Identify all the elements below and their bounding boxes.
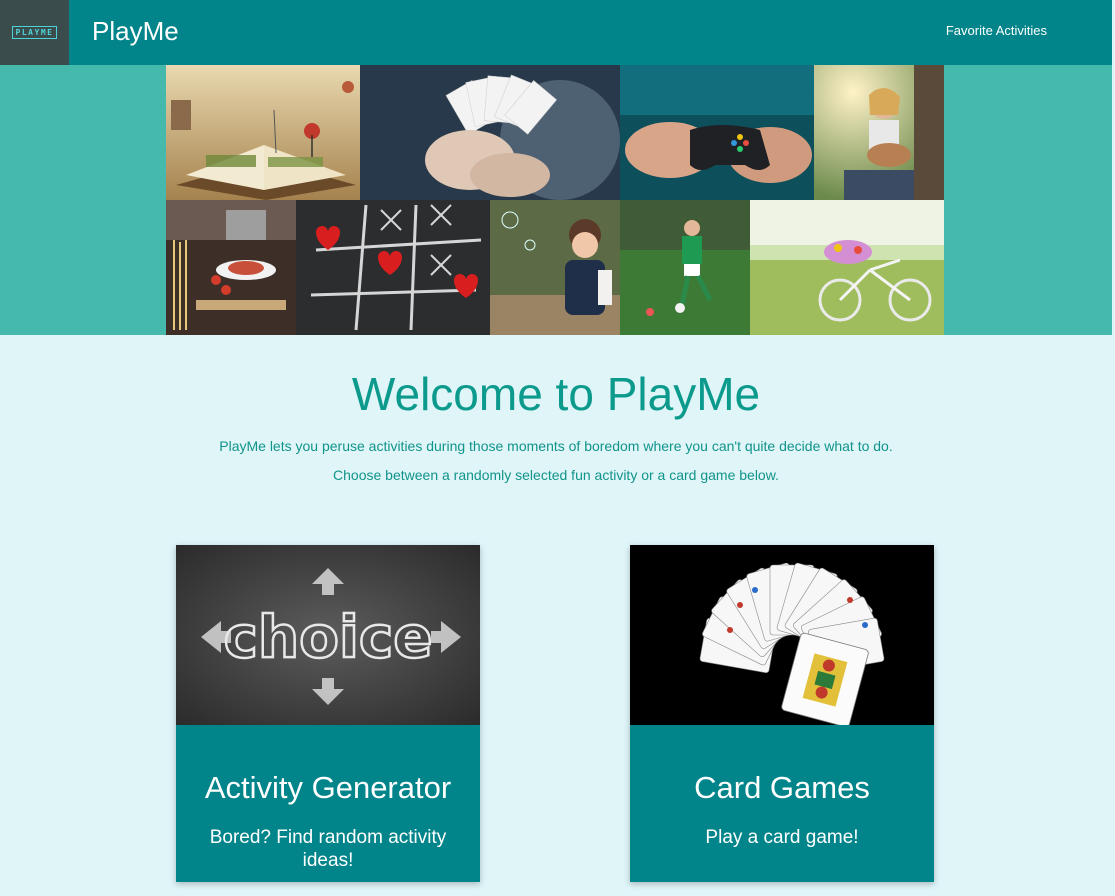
card-games-description: Play a card game! — [705, 827, 859, 848]
activity-generator-title: Activity Generator — [204, 770, 452, 805]
bicycle-meadow-photo — [750, 200, 944, 335]
page-title: Welcome to PlayMe — [351, 368, 761, 420]
logo-text: PLAYME — [11, 26, 58, 39]
card-games-title: Card Games — [694, 770, 870, 805]
activity-generator-description: Bored? Find random activity ideas! — [209, 827, 447, 871]
tic-tac-toe-hearts-photo — [296, 200, 490, 335]
intro-line-1: PlayMe lets you peruse activities during… — [219, 438, 893, 454]
favorite-activities-link[interactable]: Favorite Activities — [946, 22, 1047, 40]
navbar: PLAYME PlayMe Favorite Activities — [0, 0, 1112, 65]
svg-text:choice: choice — [223, 603, 432, 671]
intro-line-2: Choose between a randomly selected fun a… — [333, 467, 779, 483]
playing-cards-hand-photo — [360, 65, 620, 200]
child-bubbles-photo — [490, 200, 620, 335]
card-games-card[interactable]: Card Games Play a card game! — [630, 545, 934, 882]
cooking-pasta-photo — [166, 200, 296, 335]
logo[interactable]: PLAYME — [0, 0, 69, 65]
fanned-cards-image — [630, 545, 934, 725]
woman-guitar-photo — [814, 65, 944, 200]
chalkboard-choice-image: choice — [176, 545, 480, 725]
activity-generator-card[interactable]: choice Activity Generator Bored? Find ra… — [176, 545, 480, 882]
book-landscape-photo — [166, 65, 360, 200]
brand-title[interactable]: PlayMe — [92, 15, 179, 47]
game-controller-photo — [620, 65, 814, 200]
hero-banner — [0, 65, 1112, 335]
boy-soccer-photo — [620, 200, 750, 335]
